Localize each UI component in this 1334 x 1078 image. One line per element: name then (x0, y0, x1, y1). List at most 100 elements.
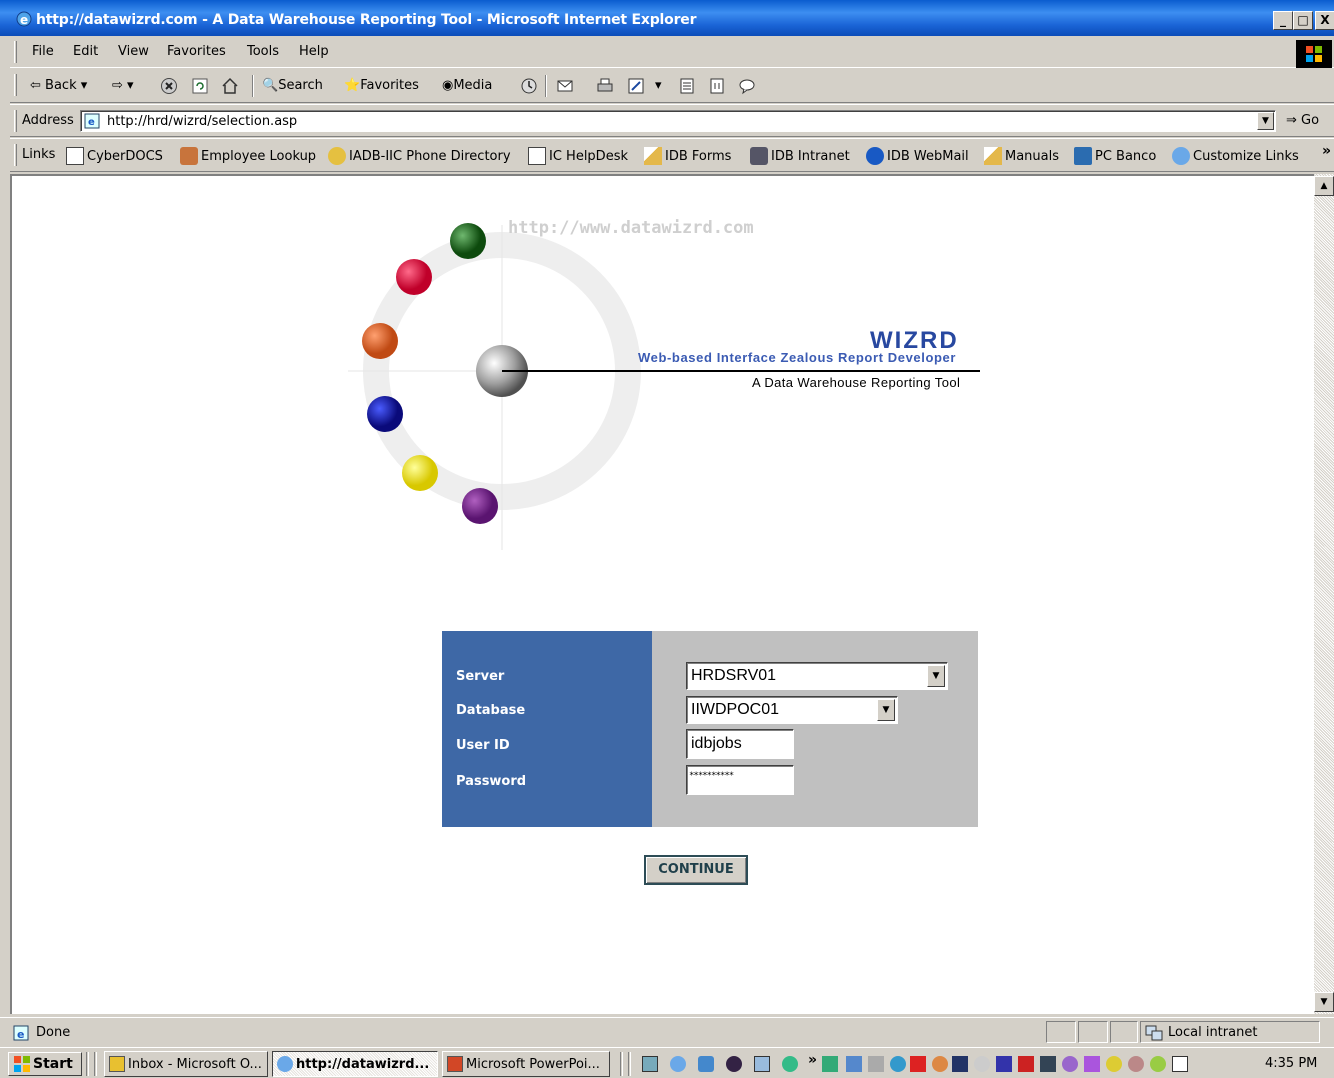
zone-text: Local intranet (1168, 1025, 1258, 1040)
password-input[interactable]: ********** (686, 765, 794, 795)
scroll-down-icon[interactable]: ▼ (1314, 992, 1334, 1012)
tray-icon[interactable] (1106, 1056, 1122, 1072)
windows-flag-icon (14, 1056, 30, 1072)
quicklaunch-more-icon[interactable]: » (808, 1052, 817, 1068)
link-idb-forms[interactable]: IDB Forms (644, 147, 731, 165)
windows-logo-icon (1296, 40, 1332, 68)
purple-orb (462, 488, 498, 524)
link-pc-banco[interactable]: PC Banco (1074, 147, 1156, 165)
task-label: http://datawizrd... (296, 1056, 430, 1072)
task-outlook[interactable]: Inbox - Microsoft O... (104, 1051, 268, 1077)
quicklaunch-icon[interactable] (726, 1056, 742, 1072)
media-label: Media (453, 78, 493, 93)
continue-button[interactable]: CONTINUE (644, 855, 748, 885)
chevron-down-icon[interactable]: ▼ (927, 665, 945, 687)
link-cyberdocs[interactable]: CyberDOCS (66, 147, 163, 165)
tray-icon[interactable] (1084, 1056, 1100, 1072)
tray-icon[interactable] (890, 1056, 906, 1072)
database-select[interactable]: IIWDPOC01 ▼ (686, 696, 898, 724)
links-more-chevron-icon[interactable]: » (1322, 143, 1331, 159)
task-ie[interactable]: http://datawizrd... (272, 1051, 438, 1077)
maximize-button[interactable]: □ (1293, 11, 1313, 30)
research-icon[interactable] (708, 77, 726, 95)
menu-edit[interactable]: Edit (73, 44, 98, 59)
tray-icon[interactable] (996, 1056, 1012, 1072)
menu-tools[interactable]: Tools (247, 44, 279, 59)
menu-view[interactable]: View (118, 44, 149, 59)
link-ic-helpdesk[interactable]: IC HelpDesk (528, 147, 628, 165)
tray-icon[interactable] (846, 1056, 862, 1072)
link-phone-directory[interactable]: IADB-IIC Phone Directory (328, 147, 511, 165)
server-select[interactable]: HRDSRV01 ▼ (686, 662, 948, 690)
menu-favorites[interactable]: Favorites (167, 44, 226, 59)
quicklaunch-icon[interactable] (642, 1056, 658, 1072)
link-employee-lookup[interactable]: Employee Lookup (180, 147, 316, 165)
links-grip[interactable] (14, 144, 17, 166)
helpdesk-icon (528, 147, 546, 165)
title-bar: e http://datawizrd.com - A Data Warehous… (0, 0, 1334, 36)
scroll-up-icon[interactable]: ▲ (1314, 176, 1334, 196)
menu-grip[interactable] (14, 41, 17, 63)
media-button[interactable]: ◉Media (442, 78, 492, 93)
link-customize-links[interactable]: Customize Links (1172, 147, 1299, 165)
address-input[interactable]: e http://hrd/wizrd/selection.asp ▼ (80, 110, 1276, 132)
tray-icon[interactable] (1150, 1056, 1166, 1072)
tray-icon[interactable] (974, 1056, 990, 1072)
search-button[interactable]: 🔍Search (262, 78, 323, 93)
task-powerpoint[interactable]: Microsoft PowerPoi... (442, 1051, 610, 1077)
mail-icon[interactable] (556, 77, 574, 95)
link-idb-webmail[interactable]: IDB WebMail (866, 147, 969, 165)
mail-tray-icon[interactable] (1172, 1056, 1188, 1072)
vertical-scrollbar[interactable]: ▲ ▼ (1314, 174, 1334, 1014)
minimize-button[interactable]: _ (1273, 11, 1293, 30)
tray-icon[interactable] (1128, 1056, 1144, 1072)
chevron-down-icon[interactable]: ▼ (877, 699, 895, 721)
tray-icon[interactable] (822, 1056, 838, 1072)
quicklaunch-ie-icon[interactable] (670, 1056, 686, 1072)
close-button[interactable]: X (1315, 11, 1334, 30)
volume-icon[interactable] (868, 1056, 884, 1072)
tray-icon[interactable] (932, 1056, 948, 1072)
menu-file[interactable]: File (32, 44, 54, 59)
ie-icon: e (16, 11, 32, 27)
edit-icon[interactable] (627, 77, 645, 95)
address-dropdown-icon[interactable]: ▼ (1257, 112, 1274, 130)
tray-icon[interactable] (1018, 1056, 1034, 1072)
tray-icon[interactable] (1062, 1056, 1078, 1072)
address-grip[interactable] (14, 110, 17, 132)
menu-help[interactable]: Help (299, 44, 329, 59)
tray-icon[interactable] (1040, 1056, 1056, 1072)
language-icon[interactable] (952, 1056, 968, 1072)
ie-icon (277, 1056, 293, 1072)
quicklaunch-icon[interactable] (782, 1056, 798, 1072)
print-icon[interactable] (596, 77, 614, 95)
messenger-icon[interactable] (738, 77, 756, 95)
quicklaunch-icon[interactable] (754, 1056, 770, 1072)
link-label: IDB Forms (665, 148, 732, 164)
discuss-icon[interactable] (678, 77, 696, 95)
forward-button[interactable]: ⇨ ▾ (112, 78, 134, 93)
refresh-icon[interactable] (191, 77, 209, 95)
link-manuals[interactable]: Manuals (984, 147, 1059, 165)
edit-dropdown[interactable]: ▾ (655, 78, 662, 93)
green-orb (450, 223, 486, 259)
history-icon[interactable] (520, 77, 538, 95)
start-button[interactable]: Start (8, 1052, 82, 1076)
svg-text:e: e (88, 117, 95, 128)
person-icon (180, 147, 198, 165)
link-idb-intranet[interactable]: IDB Intranet (750, 147, 850, 165)
quicklaunch-icon[interactable] (698, 1056, 714, 1072)
toolbar-grip[interactable] (14, 74, 17, 96)
stop-icon[interactable] (160, 77, 178, 95)
link-label: Manuals (1005, 148, 1060, 164)
favorites-button[interactable]: ⭐Favorites (344, 78, 419, 93)
tray-icon[interactable] (910, 1056, 926, 1072)
userid-input[interactable]: idbjobs (686, 729, 794, 759)
back-button[interactable]: ⇦ Back ▾ (30, 78, 87, 93)
bank-icon (1074, 147, 1092, 165)
link-label: IADB-IIC Phone Directory (349, 148, 511, 164)
home-icon[interactable] (221, 77, 239, 95)
go-button[interactable]: ⇒ Go (1286, 113, 1319, 128)
menu-bar: File Edit View Favorites Tools Help (10, 36, 1334, 68)
toolbar-separator (545, 75, 547, 97)
